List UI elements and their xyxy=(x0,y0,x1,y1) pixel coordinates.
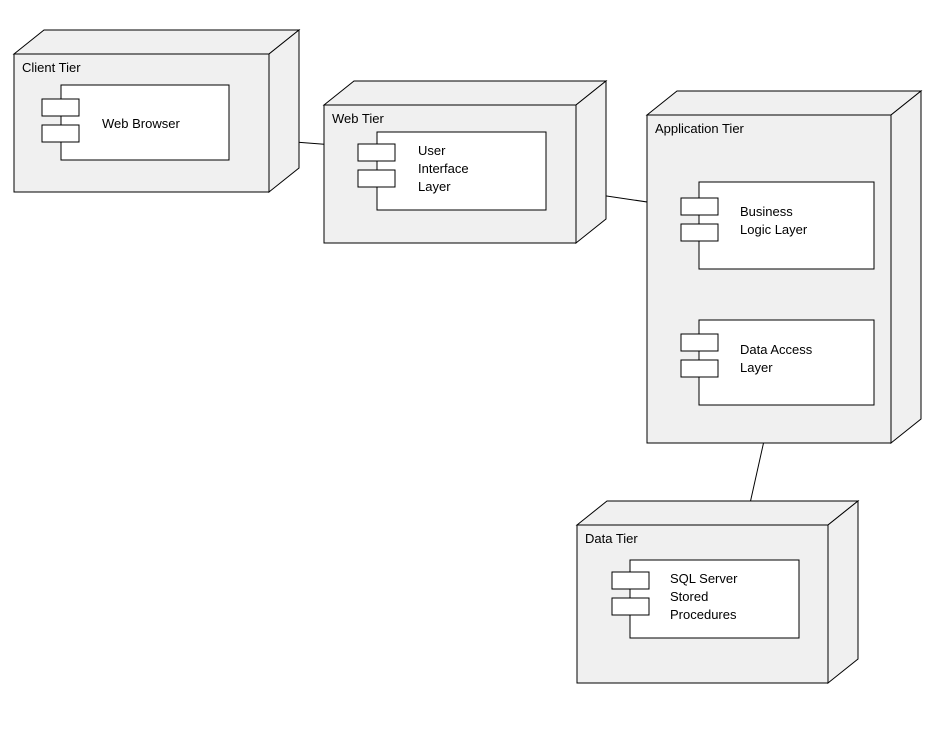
sql-line1: SQL Server xyxy=(670,571,738,586)
tier-web-label: Web Tier xyxy=(332,111,384,126)
tier-data-label: Data Tier xyxy=(585,531,638,546)
sql-line3: Procedures xyxy=(670,607,737,622)
tier-application: Application Tier Business Logic Layer Da… xyxy=(647,91,921,443)
component-data-access-layer: Data Access Layer xyxy=(681,320,874,405)
tier-client-label: Client Tier xyxy=(22,60,81,75)
tier-web: Web Tier User Interface Layer xyxy=(324,81,606,243)
web-browser-label: Web Browser xyxy=(102,116,180,131)
sql-line2: Stored xyxy=(670,589,708,604)
deployment-diagram: Client Tier Web Browser Web Tier User In… xyxy=(0,0,932,732)
component-business-logic-layer: Business Logic Layer xyxy=(681,182,874,269)
ui-layer-line3: Layer xyxy=(418,179,451,194)
tier-data: Data Tier SQL Server Stored Procedures xyxy=(577,501,858,683)
biz-line1: Business xyxy=(740,204,793,219)
da-line1: Data Access xyxy=(740,342,813,357)
tier-application-label: Application Tier xyxy=(655,121,745,136)
component-ui-layer: User Interface Layer xyxy=(358,132,546,210)
tier-client: Client Tier Web Browser xyxy=(14,30,299,192)
ui-layer-line1: User xyxy=(418,143,446,158)
da-line2: Layer xyxy=(740,360,773,375)
component-sql-stored-procedures: SQL Server Stored Procedures xyxy=(612,560,799,638)
component-web-browser: Web Browser xyxy=(42,85,229,160)
biz-line2: Logic Layer xyxy=(740,222,808,237)
ui-layer-line2: Interface xyxy=(418,161,469,176)
